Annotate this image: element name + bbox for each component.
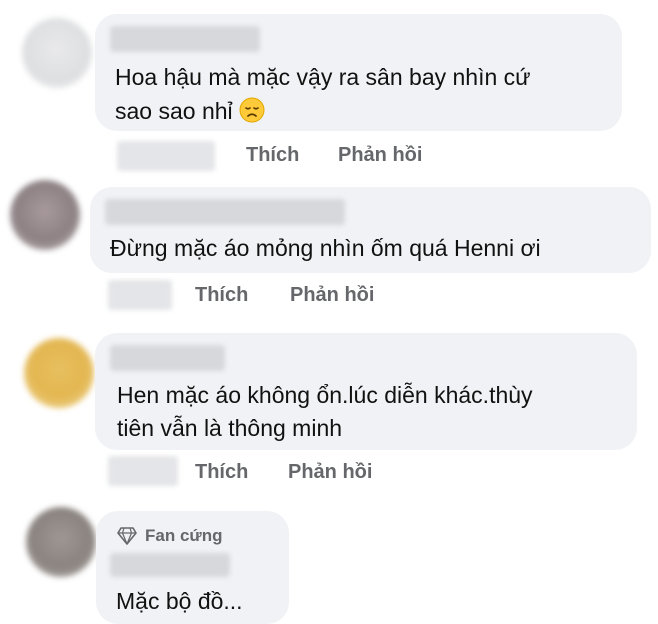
avatar[interactable] — [26, 507, 96, 577]
commenter-name[interactable] — [110, 26, 260, 52]
reply-button[interactable]: Phản hồi — [290, 284, 374, 307]
commenter-name[interactable] — [110, 345, 225, 371]
reply-button[interactable]: Phản hồi — [288, 461, 372, 484]
commenter-name[interactable] — [110, 553, 230, 577]
fan-badge: Fan cứng — [117, 526, 222, 546]
avatar[interactable] — [10, 180, 80, 250]
comment-text: Hoa hậu mà mặc vậy ra sân bay nhìn cứ — [115, 64, 531, 90]
avatar[interactable] — [22, 18, 92, 88]
comment-timestamp[interactable] — [108, 280, 172, 310]
comment-timestamp[interactable] — [108, 456, 178, 486]
comment-text-continued: sao sao nhỉ — [115, 94, 265, 129]
like-button[interactable]: Thích — [195, 461, 248, 484]
comment-text-line2: tiên vẫn là thông minh — [117, 415, 343, 441]
avatar[interactable] — [24, 338, 94, 408]
commenter-name[interactable] — [105, 199, 345, 225]
badge-label: Fan cứng — [145, 526, 223, 545]
reply-button[interactable]: Phản hồi — [338, 144, 422, 167]
comment-timestamp[interactable] — [117, 141, 215, 171]
diamond-icon — [117, 527, 137, 545]
comment-text: Hen mặc áo không ổn.lúc diễn khác.thùy — [117, 382, 533, 408]
comment-text-line2: sao sao nhỉ — [115, 98, 233, 124]
like-button[interactable]: Thích — [195, 284, 248, 307]
disappointed-face-emoji — [239, 97, 265, 123]
comment-text: Mặc bộ đồ... — [116, 588, 243, 614]
comment-text: Đừng mặc áo mỏng nhìn ốm quá Henni ơi — [110, 235, 541, 261]
like-button[interactable]: Thích — [246, 144, 299, 167]
